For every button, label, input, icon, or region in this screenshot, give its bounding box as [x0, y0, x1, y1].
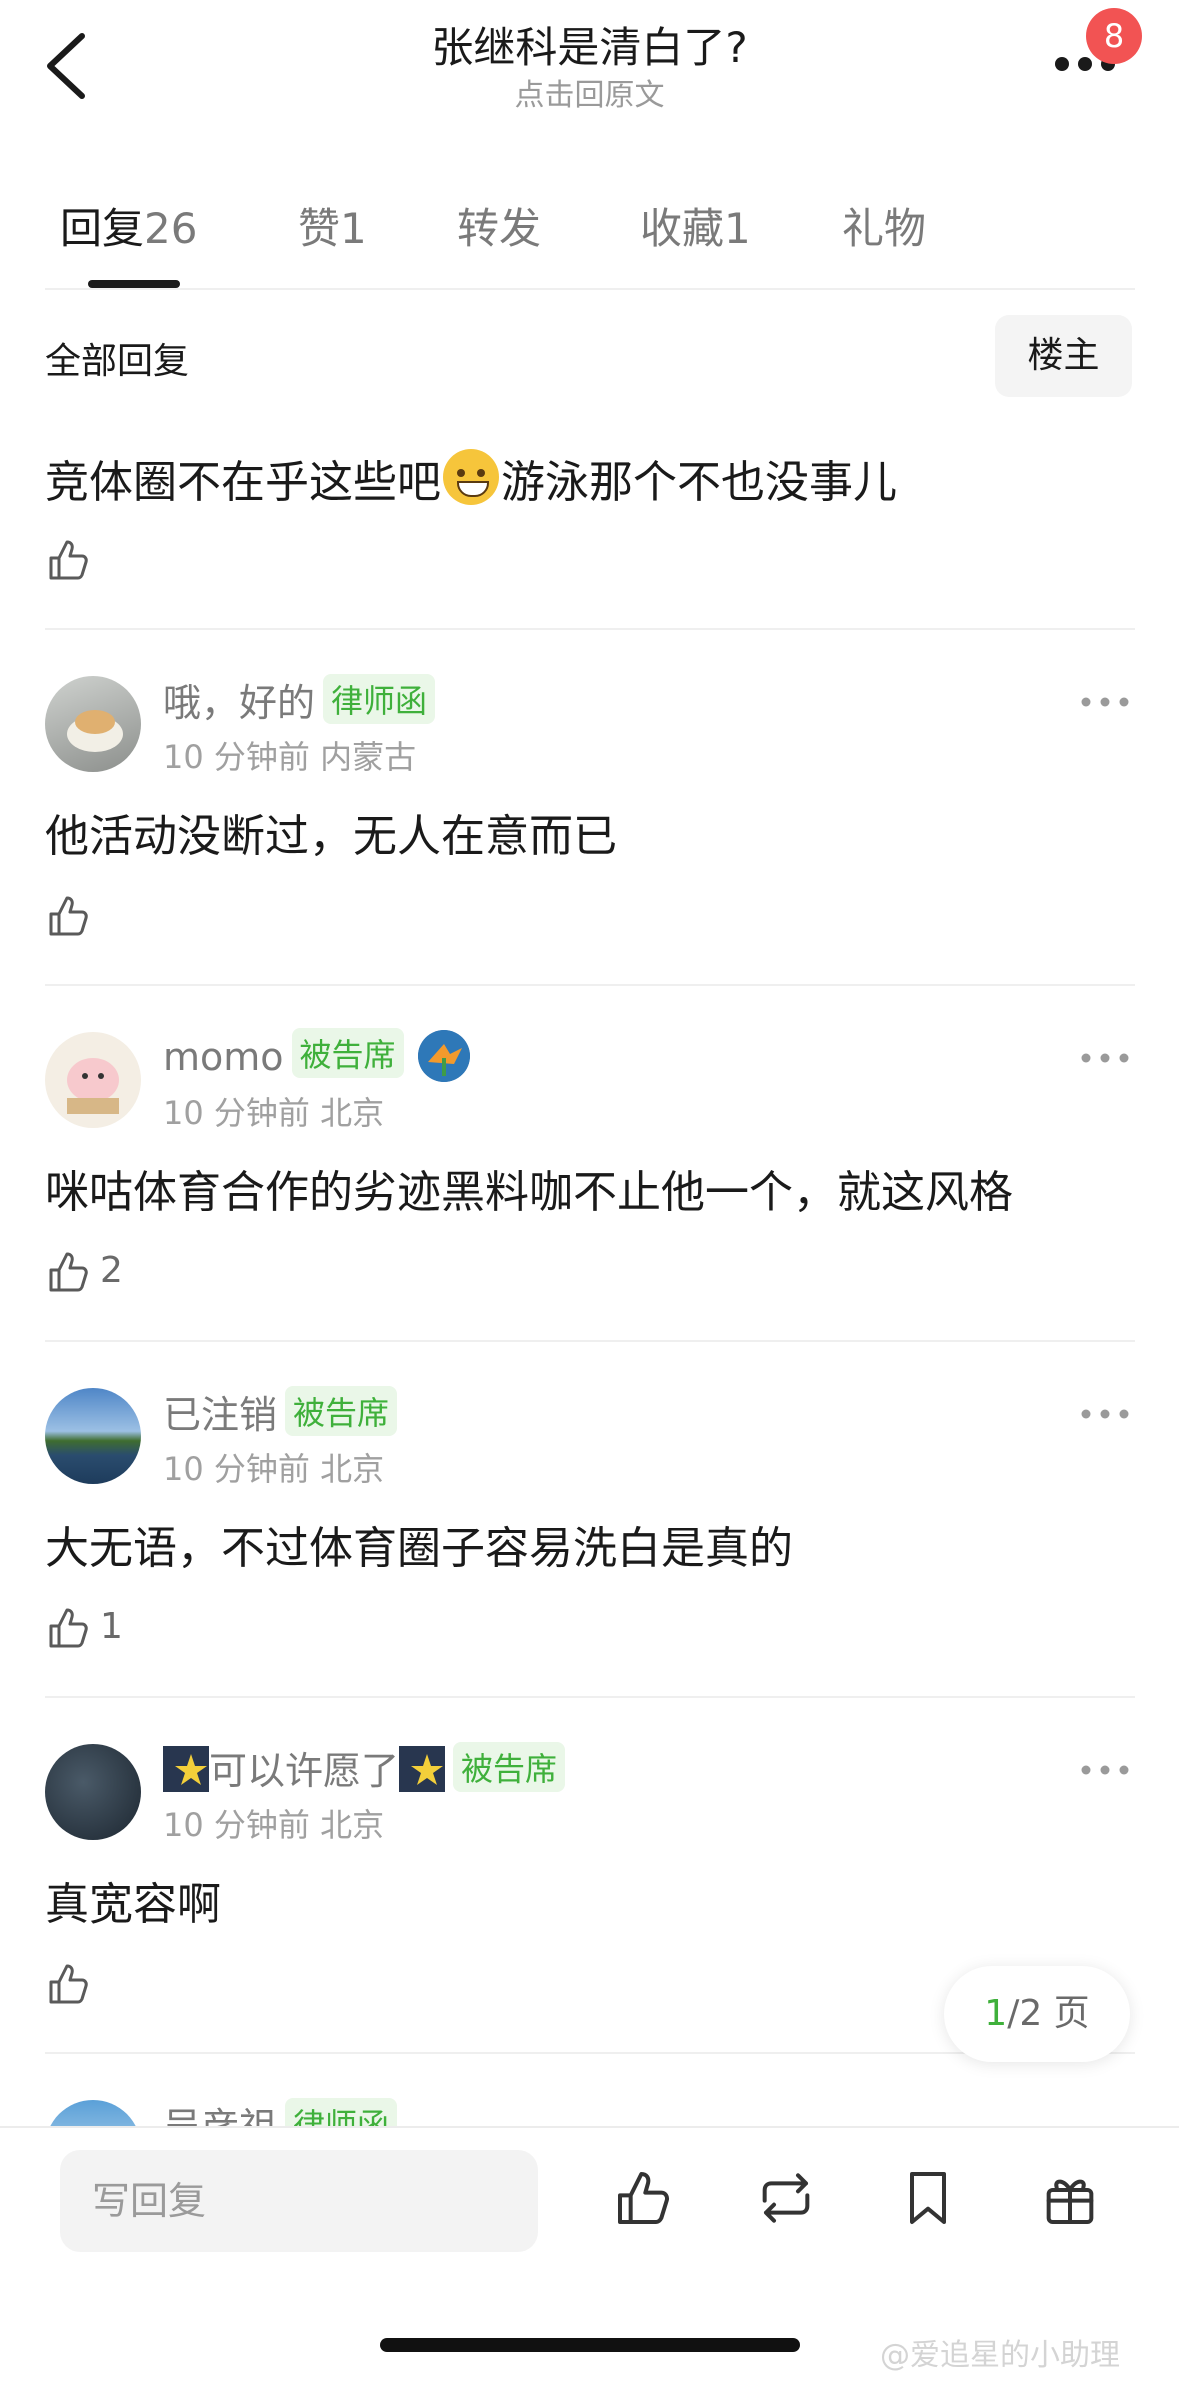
total-pages: /2 页 — [1007, 1993, 1090, 2034]
sweat-smile-emoji-icon — [443, 449, 499, 505]
current-page: 1 — [984, 1993, 1008, 2034]
back-to-original-link[interactable]: 点击回原文 — [0, 70, 1179, 114]
op-filter-button[interactable]: 楼主 — [995, 315, 1132, 397]
watermark: @爱追星的小助理 — [880, 2338, 1120, 2373]
comment-header: 哦，好的 律师函 — [163, 672, 436, 727]
all-replies-label: 全部回复 — [45, 341, 190, 382]
like-action-button[interactable] — [612, 2166, 676, 2230]
thumbs-up-icon — [49, 540, 88, 580]
like-button[interactable] — [45, 1960, 93, 2012]
like-button[interactable] — [45, 1604, 93, 1656]
avatar-image — [67, 1058, 119, 1114]
thumbs-up-icon — [49, 1252, 88, 1292]
avatar-image — [67, 710, 123, 752]
repost-icon — [762, 2173, 810, 2223]
reply-text-part: 竞体圈不在乎这些吧 — [45, 457, 441, 508]
comment-text: 咪咕体育合作的劣迹黑料咖不止他一个，就这风格 — [45, 1167, 1013, 1218]
comment-more-button[interactable] — [1080, 692, 1130, 712]
reply-text: 竞体圈不在乎这些吧 游泳那个不也没事儿 — [45, 446, 897, 510]
avatar[interactable] — [45, 1388, 141, 1484]
gift-icon — [1046, 2179, 1094, 2224]
divider — [45, 628, 1135, 630]
reply-input[interactable]: 写回复 — [60, 2150, 538, 2252]
thumbs-up-icon — [49, 1964, 88, 2004]
like-count: 2 — [100, 1250, 123, 1291]
thumbs-up-icon — [49, 896, 88, 936]
divider — [45, 1696, 1135, 1698]
tab-reposts[interactable]: 转发 — [457, 195, 541, 256]
shooting-star-icon — [399, 1746, 446, 1792]
comment-meta: 10 分钟前 北京 — [163, 1094, 385, 1132]
home-indicator — [380, 2338, 800, 2352]
tab-count: 1 — [340, 204, 367, 253]
comment-meta: 10 分钟前 北京 — [163, 1450, 385, 1488]
thumbs-up-icon — [618, 2172, 669, 2224]
comment-more-button[interactable] — [1080, 1760, 1130, 1780]
more-dots-icon — [1081, 1409, 1129, 1419]
tab-label: 回复 — [60, 204, 145, 253]
divider — [45, 1340, 1135, 1342]
comment-more-button[interactable] — [1080, 1404, 1130, 1424]
tab-favorites[interactable]: 收藏1 — [640, 195, 751, 256]
avatar[interactable] — [45, 1032, 141, 1128]
more-dots-icon — [1081, 1053, 1129, 1063]
username[interactable]: 哦，好的 — [163, 681, 315, 725]
comment-more-button[interactable] — [1080, 1048, 1130, 1068]
tab-count: 1 — [724, 204, 751, 253]
tab-label: 赞 — [298, 204, 341, 253]
favorite-action-button[interactable] — [896, 2166, 960, 2230]
more-dots-icon — [1081, 1765, 1129, 1775]
avatar[interactable] — [45, 1744, 141, 1840]
flower-badge-icon — [417, 1030, 470, 1082]
user-tag: 被告席 — [453, 1742, 566, 1792]
tab-label: 转发 — [457, 204, 542, 253]
like-button[interactable] — [45, 1248, 93, 1300]
like-button[interactable] — [45, 892, 93, 944]
tab-count: 26 — [144, 204, 198, 253]
tab-likes[interactable]: 赞1 — [298, 195, 367, 256]
user-tag: 被告席 — [285, 1386, 398, 1436]
active-tab-indicator — [88, 280, 180, 288]
gift-action-button[interactable] — [1038, 2166, 1102, 2230]
like-count: 1 — [100, 1606, 123, 1647]
comment-header: 可以许愿了 被告席 — [163, 1740, 566, 1795]
tab-label: 收藏 — [640, 204, 725, 253]
repost-action-button[interactable] — [754, 2166, 818, 2230]
tab-gifts[interactable]: 礼物 — [842, 195, 926, 256]
bookmark-icon — [910, 2172, 946, 2224]
like-button[interactable] — [45, 536, 93, 588]
comment-meta: 10 分钟前 北京 — [163, 1806, 385, 1844]
page-title: 张继科是清白了? — [431, 23, 748, 72]
more-dots-icon — [1081, 697, 1129, 707]
divider — [45, 288, 1135, 290]
tab-replies[interactable]: 回复26 — [60, 195, 197, 256]
user-tag: 被告席 — [291, 1028, 404, 1078]
comment-text: 他活动没断过，无人在意而已 — [45, 811, 617, 862]
comment-text: 大无语，不过体育圈子容易洗白是真的 — [45, 1523, 793, 1574]
divider — [45, 984, 1135, 986]
username[interactable]: 已注销 — [163, 1393, 277, 1437]
page-indicator[interactable]: 1/2 页 — [944, 1966, 1130, 2062]
thumbs-up-icon — [49, 1608, 88, 1648]
comment-header: 已注销 被告席 — [163, 1384, 398, 1439]
shooting-star-icon — [163, 1746, 209, 1792]
notification-badge: 8 — [1086, 8, 1142, 64]
reply-text-part: 游泳那个不也没事儿 — [501, 457, 897, 508]
username[interactable]: 可以许愿了 — [209, 1749, 399, 1793]
user-tag: 律师函 — [323, 674, 436, 724]
avatar[interactable] — [45, 676, 141, 772]
tab-label: 礼物 — [842, 204, 927, 253]
comment-meta: 10 分钟前 内蒙古 — [163, 738, 417, 776]
comment-text: 真宽容啊 — [45, 1879, 221, 1930]
username[interactable]: momo — [163, 1035, 284, 1079]
comment-header: momo 被告席 — [163, 1028, 470, 1082]
